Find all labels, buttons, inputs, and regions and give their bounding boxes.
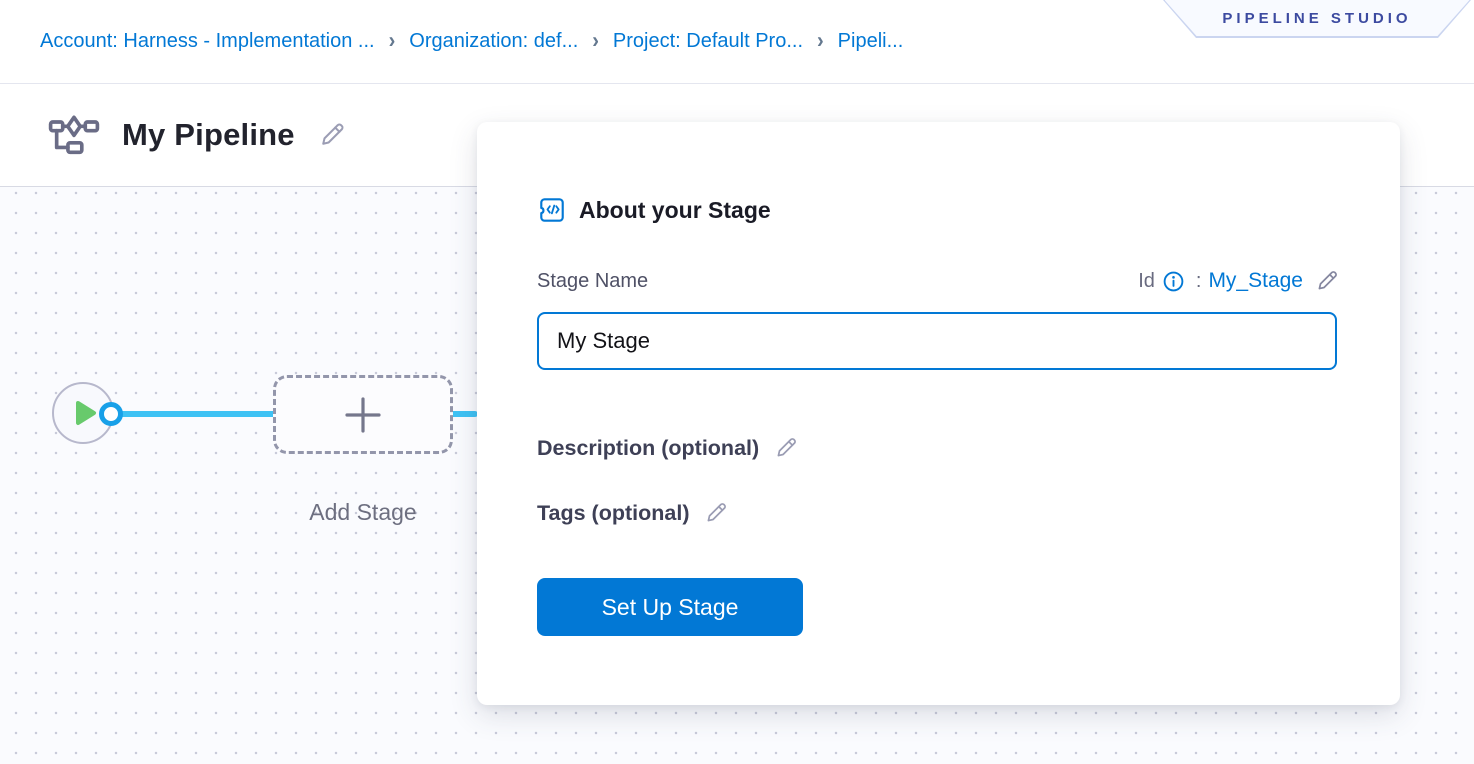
pipeline-studio-badge-label: PIPELINE STUDIO [1165,0,1470,36]
breadcrumb-account[interactable]: Account: Harness - Implementation ... [40,30,375,53]
stage-name-input[interactable] [537,312,1337,370]
tags-label: Tags (optional) [537,501,689,526]
chevron-right-icon: › [389,29,396,54]
chevron-right-icon: › [592,29,599,54]
edit-description-icon[interactable] [773,435,799,461]
description-label: Description (optional) [537,436,759,461]
connector-edge [112,411,276,417]
stage-name-label: Stage Name [537,270,648,293]
edit-id-icon[interactable] [1314,268,1340,294]
page-title: My Pipeline [122,117,295,153]
add-stage-label: Add Stage [253,499,473,526]
tags-row: Tags (optional) [537,500,729,526]
panel-title: About your Stage [579,197,771,224]
pipeline-studio-screen: Account: Harness - Implementation ... › … [0,0,1474,764]
plus-icon [344,396,382,434]
connector-port[interactable] [99,402,123,426]
set-up-stage-button[interactable]: Set Up Stage [537,578,803,636]
info-icon[interactable] [1162,270,1185,293]
play-icon [75,400,97,426]
chevron-right-icon: › [817,29,824,54]
panel-header: About your Stage [537,195,771,225]
id-colon: : [1196,270,1202,293]
about-stage-panel: About your Stage Stage Name Id : My_Stag… [477,122,1400,705]
breadcrumb-organization[interactable]: Organization: def... [409,30,578,53]
breadcrumb-project[interactable]: Project: Default Pro... [613,30,803,53]
edit-tags-icon[interactable] [703,500,729,526]
edit-pipeline-icon[interactable] [317,120,347,150]
id-label: Id [1138,270,1155,293]
stage-name-row: Stage Name Id : My_Stage [537,268,1340,294]
breadcrumb-pipeline[interactable]: Pipeli... [838,30,904,53]
pipeline-studio-badge: PIPELINE STUDIO [1163,0,1471,38]
add-stage-node[interactable] [273,375,453,454]
stage-id-value[interactable]: My_Stage [1208,269,1303,293]
pipeline-icon [48,114,100,156]
stage-id-group: Id : My_Stage [1138,268,1340,294]
stage-code-icon [537,195,567,225]
description-row: Description (optional) [537,435,799,461]
breadcrumb: Account: Harness - Implementation ... › … [40,30,903,53]
connector-edge [450,411,478,417]
